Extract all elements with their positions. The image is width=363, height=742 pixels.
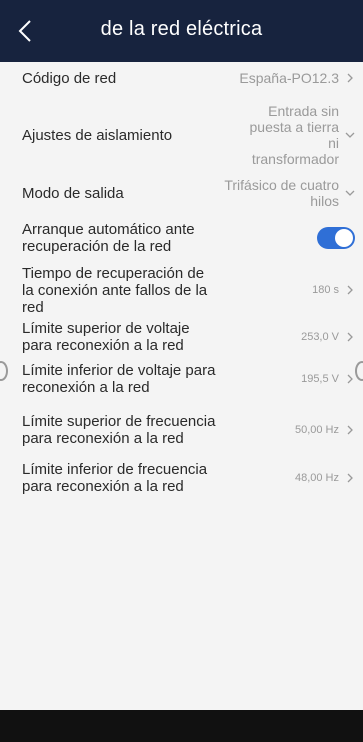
- setting-value: 195,5 V: [301, 373, 339, 385]
- setting-voltage-upper[interactable]: Límite superior de voltaje para reconexi…: [22, 320, 355, 354]
- chevron-down-icon: [345, 132, 355, 138]
- setting-label: Arranque automático ante recuperación de…: [22, 221, 195, 255]
- auto-start-toggle[interactable]: [317, 227, 355, 249]
- setting-label: Límite inferior de frecuencia para recon…: [22, 461, 208, 495]
- page-title: de la red eléctrica: [100, 18, 263, 40]
- setting-label: Límite superior de voltaje para reconexi…: [22, 320, 190, 354]
- setting-value: 48,00 Hz: [294, 472, 339, 484]
- setting-value: Entrada sin puesta a tierra ni transform…: [249, 103, 340, 167]
- setting-frequency-upper[interactable]: Límite superior de frecuencia para recon…: [22, 404, 355, 456]
- chevron-right-icon: [347, 473, 353, 483]
- bottom-navigation-bar: [0, 710, 363, 742]
- setting-frequency-lower[interactable]: Límite inferior de frecuencia para recon…: [22, 461, 355, 495]
- setting-value: 180 s: [312, 284, 339, 296]
- toggle-knob: [335, 229, 353, 247]
- setting-label: Tiempo de recuperación de la conexión an…: [22, 264, 208, 316]
- setting-label: Límite inferior de voltaje para reconexi…: [22, 362, 216, 396]
- setting-auto-start: Arranque automático ante recuperación de…: [22, 221, 355, 255]
- chevron-right-icon: [347, 332, 353, 342]
- setting-recovery-time[interactable]: Tiempo de recuperación de la conexión an…: [22, 264, 355, 316]
- setting-value: 50,00 Hz: [294, 424, 339, 436]
- setting-label: Ajustes de aislamiento: [22, 126, 173, 144]
- right-edge-handle: [355, 361, 363, 381]
- setting-output-mode[interactable]: Modo de salida Trifásico de cuatro hilos: [22, 174, 355, 212]
- setting-value: 253,0 V: [301, 331, 339, 343]
- chevron-down-icon: [345, 190, 355, 196]
- setting-label: Código de red: [22, 69, 117, 87]
- chevron-right-icon: [347, 374, 353, 384]
- chevron-right-icon: [347, 285, 353, 295]
- setting-label: Modo de salida: [22, 184, 124, 202]
- chevron-right-icon: [347, 73, 353, 83]
- chevron-right-icon: [347, 425, 353, 435]
- setting-voltage-lower[interactable]: Límite inferior de voltaje para reconexi…: [22, 362, 355, 396]
- setting-grid-code[interactable]: Código de red España-PO12.3: [22, 68, 355, 88]
- setting-value: España-PO12.3: [239, 70, 339, 86]
- setting-value: Trifásico de cuatro hilos: [224, 177, 339, 209]
- left-edge-handle: [0, 361, 8, 381]
- setting-isolation[interactable]: Ajustes de aislamiento Entrada sin puest…: [22, 103, 355, 167]
- setting-label: Límite superior de frecuencia para recon…: [22, 413, 216, 447]
- app-header: de la red eléctrica: [0, 0, 363, 62]
